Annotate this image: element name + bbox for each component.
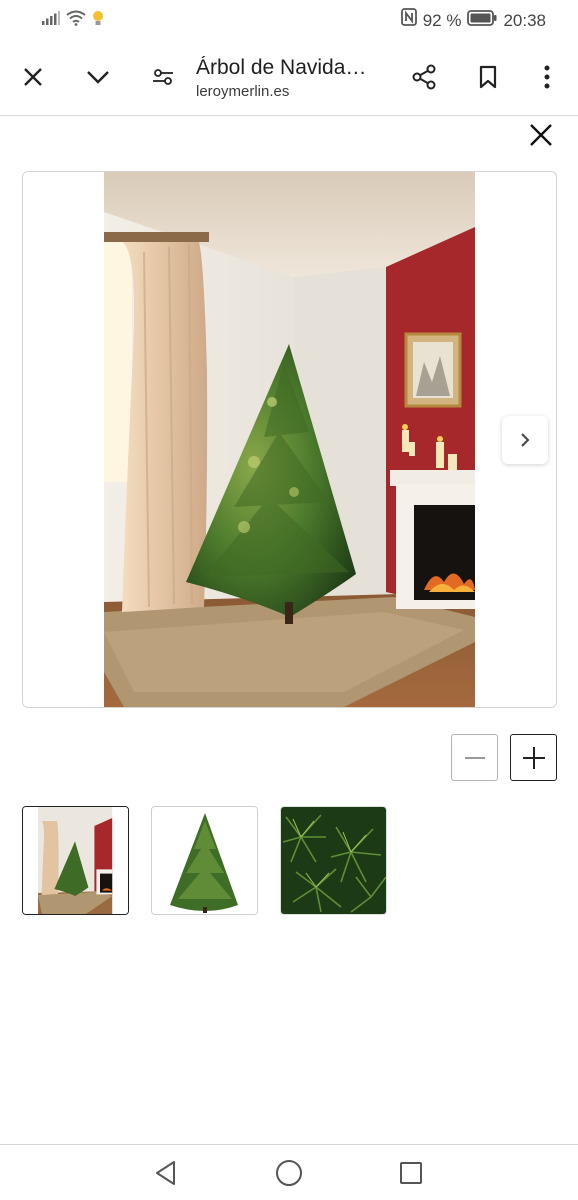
zoom-in-button[interactable] <box>510 734 557 781</box>
close-tab-button[interactable] <box>15 59 51 95</box>
recents-button[interactable] <box>395 1157 427 1189</box>
product-image-viewer <box>22 171 557 708</box>
site-settings-button[interactable] <box>145 59 181 95</box>
close-icon <box>530 124 552 146</box>
plus-icon <box>522 746 545 769</box>
zoom-out-button[interactable] <box>451 734 498 781</box>
home-button[interactable] <box>273 1157 305 1189</box>
home-circle-icon <box>276 1160 302 1186</box>
wifi-icon <box>66 10 86 31</box>
system-navigation-bar <box>0 1144 578 1200</box>
battery-percentage: 92 % <box>422 10 462 30</box>
bookmark-icon <box>479 65 497 89</box>
share-icon <box>412 64 436 90</box>
minus-icon <box>464 756 485 759</box>
share-button[interactable] <box>406 59 442 95</box>
recents-square-icon <box>400 1162 422 1184</box>
bookmark-button[interactable] <box>470 59 506 95</box>
signal-icon <box>42 11 60 30</box>
back-button[interactable] <box>150 1157 182 1189</box>
nfc-icon <box>400 8 417 33</box>
next-image-button[interactable] <box>502 416 548 464</box>
tune-icon <box>153 69 173 85</box>
chevron-down-icon <box>87 71 109 84</box>
thumbnail-room-tree[interactable] <box>22 806 129 915</box>
chevron-right-icon <box>521 433 530 447</box>
custom-tab-toolbar: Árbol de Navida… leroymerlin.es <box>0 40 578 116</box>
status-bar: 92 % 20:38 <box>0 0 578 40</box>
thumbnail-tree-white-background[interactable] <box>151 806 258 915</box>
minimize-button[interactable] <box>80 59 116 95</box>
battery-icon <box>467 9 497 33</box>
thumbnail-needles-closeup[interactable] <box>280 806 387 915</box>
clock: 20:38 <box>503 10 546 30</box>
page-title: Árbol de Navida… <box>196 56 367 79</box>
page-url: leroymerlin.es <box>196 83 290 100</box>
more-options-button[interactable] <box>529 59 565 95</box>
back-triangle-icon <box>156 1161 175 1185</box>
more-vert-icon <box>544 65 550 89</box>
christmas-tree-room-photo[interactable] <box>104 172 475 707</box>
close-icon <box>24 68 42 86</box>
bulb-icon <box>92 10 104 31</box>
close-gallery-button[interactable] <box>522 116 560 154</box>
